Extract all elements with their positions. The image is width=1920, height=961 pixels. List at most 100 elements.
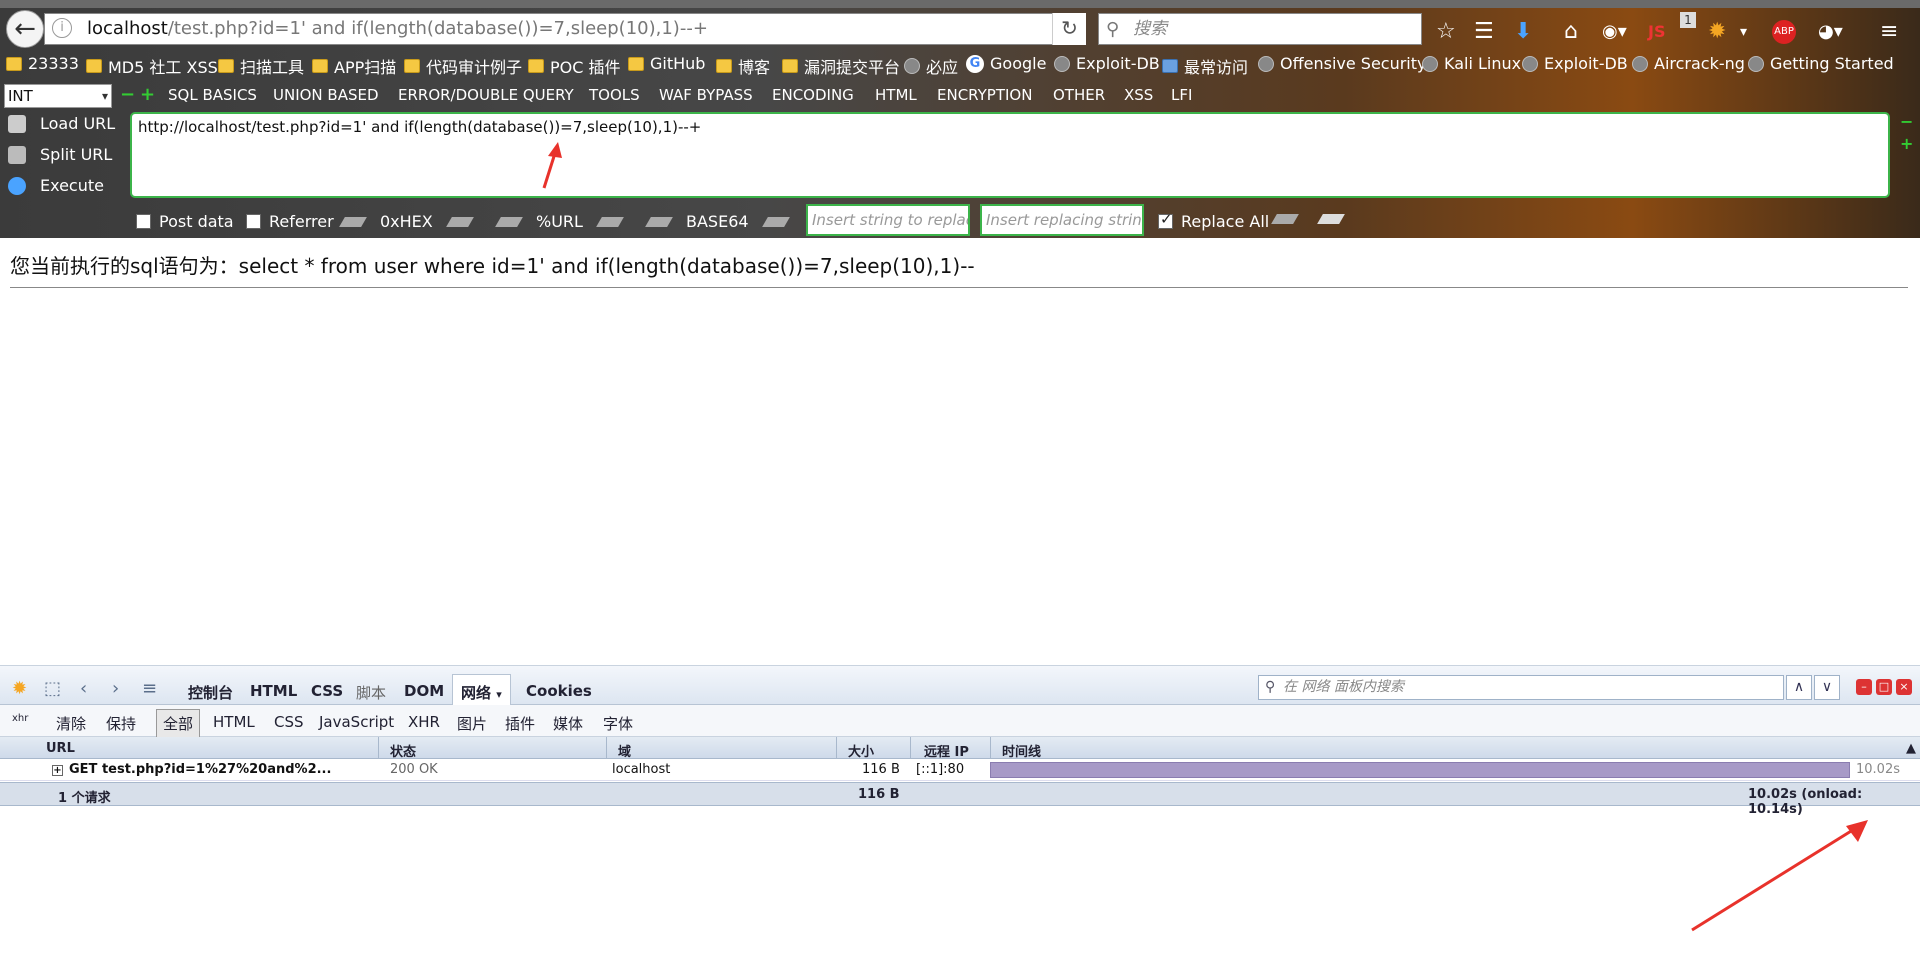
filter-media[interactable]: 媒体: [553, 713, 583, 734]
replace-string-input[interactable]: Insert string to replace: [806, 204, 970, 236]
search-prev-button[interactable]: ∧: [1786, 675, 1812, 700]
menu-waf-bypass[interactable]: WAF BYPASS: [659, 86, 753, 104]
search-next-button[interactable]: ∨: [1814, 675, 1840, 700]
load-url-button[interactable]: Load URL: [8, 114, 115, 133]
network-search-input[interactable]: 在 网络 面板内搜索: [1258, 675, 1784, 700]
bookmark-item[interactable]: Exploit-DB: [1522, 54, 1628, 73]
dropdown-icon[interactable]: ▾: [1740, 18, 1747, 46]
info-icon[interactable]: i: [52, 18, 72, 38]
back-icon[interactable]: ‹: [80, 678, 87, 699]
profile-icon[interactable]: ◕▾: [1818, 18, 1843, 46]
replace-buttons[interactable]: [1271, 214, 1345, 224]
filter-css[interactable]: CSS: [274, 713, 304, 731]
firebug-icon[interactable]: ✹: [12, 678, 27, 699]
abp-icon[interactable]: ABP: [1772, 20, 1796, 44]
request-url[interactable]: + GET test.php?id=1%27%20and%2...: [52, 762, 331, 777]
col-domain[interactable]: 域: [618, 741, 631, 760]
bookmark-item[interactable]: G Google: [966, 54, 1046, 73]
plus-button[interactable]: +: [140, 84, 155, 105]
minus-button[interactable]: −: [120, 84, 135, 105]
persist-button[interactable]: 保持: [106, 713, 136, 734]
col-remote-ip[interactable]: 远程 IP: [924, 741, 969, 760]
js-icon[interactable]: JS: [1648, 18, 1665, 46]
execute-button[interactable]: Execute: [8, 176, 104, 195]
star-icon[interactable]: ☆: [1436, 18, 1456, 46]
detach-icon[interactable]: □: [1876, 679, 1892, 695]
post-data-checkbox[interactable]: Post data: [136, 212, 234, 231]
download-icon[interactable]: ⬇: [1514, 18, 1532, 46]
shrink-button[interactable]: −: [1900, 112, 1913, 131]
tab-script[interactable]: 脚本: [356, 682, 386, 703]
menu-xss[interactable]: XSS: [1124, 86, 1153, 104]
filter-all[interactable]: 全部: [156, 709, 201, 738]
bookmark-item[interactable]: APP扫描: [312, 54, 396, 78]
minimize-icon[interactable]: –: [1856, 679, 1872, 695]
referrer-checkbox[interactable]: Referrer: [246, 212, 334, 231]
tab-cookies[interactable]: Cookies: [526, 682, 592, 700]
bookmark-item[interactable]: 博客: [716, 54, 770, 78]
bookmark-item[interactable]: 23333: [6, 54, 79, 73]
command-icon[interactable]: ≡: [142, 678, 157, 699]
clear-button[interactable]: 清除: [56, 713, 86, 734]
split-url-button[interactable]: Split URL: [8, 145, 112, 164]
menu-other[interactable]: OTHER: [1053, 86, 1105, 104]
table-row[interactable]: + GET test.php?id=1%27%20and%2... 200 OK …: [0, 759, 1920, 781]
menu-tools[interactable]: TOOLS: [589, 86, 640, 104]
bookmark-item[interactable]: 必应: [904, 54, 958, 78]
url-encoder[interactable]: %URL: [495, 212, 624, 231]
col-size[interactable]: 大小: [848, 741, 874, 760]
base64-encoder[interactable]: BASE64: [645, 212, 790, 231]
filter-xhr[interactable]: XHR: [408, 713, 440, 731]
globe-menu-icon[interactable]: ◉▾: [1602, 18, 1627, 46]
reading-list-icon[interactable]: ☰: [1474, 18, 1494, 46]
menu-icon[interactable]: ≡: [1880, 18, 1898, 46]
tab-html[interactable]: HTML: [250, 682, 297, 700]
hackbar-url-textarea[interactable]: http://localhost/test.php?id=1' and if(l…: [130, 112, 1890, 198]
tab-css[interactable]: CSS: [311, 682, 343, 700]
tab-network[interactable]: 网络 ▾: [452, 674, 511, 706]
sort-up-icon[interactable]: ▲: [1906, 741, 1916, 756]
bookmark-item[interactable]: Aircrack-ng: [1632, 54, 1745, 73]
menu-sql-basics[interactable]: SQL BASICS: [168, 86, 257, 104]
menu-html[interactable]: HTML: [875, 86, 917, 104]
bookmark-item[interactable]: Offensive Security: [1258, 54, 1426, 73]
bookmark-item[interactable]: Exploit-DB: [1054, 54, 1160, 73]
firebug-icon[interactable]: ✹: [1708, 18, 1726, 46]
tab-dom[interactable]: DOM: [404, 682, 444, 700]
forward-icon[interactable]: ›: [112, 678, 119, 699]
bookmark-item[interactable]: 最常访问: [1162, 54, 1248, 78]
bookmark-item[interactable]: GitHub: [628, 54, 705, 73]
bookmark-item[interactable]: Kali Linux: [1422, 54, 1521, 73]
replace-all-checkbox[interactable]: Replace All: [1158, 210, 1269, 231]
xhr-icon[interactable]: xhr: [12, 713, 28, 724]
col-timeline[interactable]: 时间线: [1002, 741, 1041, 760]
search-input[interactable]: 搜索: [1098, 13, 1422, 45]
bookmark-item[interactable]: 扫描工具: [218, 54, 304, 78]
filter-plugins[interactable]: 插件: [505, 713, 535, 734]
bookmark-item[interactable]: POC 插件: [528, 54, 621, 78]
reload-icon[interactable]: ↻: [1052, 13, 1086, 45]
inspect-icon[interactable]: ⬚: [44, 678, 61, 699]
menu-error-double-query[interactable]: ERROR/DOUBLE QUERY: [398, 86, 574, 104]
menu-encoding[interactable]: ENCODING: [772, 86, 854, 104]
filter-javascript[interactable]: JavaScript: [319, 713, 394, 731]
menu-encryption[interactable]: ENCRYPTION: [937, 86, 1032, 104]
bookmark-item[interactable]: 代码审计例子: [404, 54, 522, 78]
filter-html[interactable]: HTML: [213, 713, 255, 731]
home-icon[interactable]: ⌂: [1564, 18, 1578, 46]
filter-images[interactable]: 图片: [457, 713, 487, 734]
col-status[interactable]: 状态: [390, 741, 416, 760]
menu-lfi[interactable]: LFI: [1171, 86, 1192, 104]
bookmark-item[interactable]: MD5 社工 XSS: [86, 54, 218, 78]
hex-encoder[interactable]: 0xHEX: [339, 212, 474, 231]
filter-fonts[interactable]: 字体: [603, 713, 633, 734]
type-select[interactable]: INT ▾: [4, 84, 112, 108]
replacing-string-input[interactable]: Insert replacing string: [980, 204, 1144, 236]
back-button[interactable]: ←: [6, 10, 44, 48]
tab-console[interactable]: 控制台: [188, 682, 233, 703]
menu-union-based[interactable]: UNION BASED: [273, 86, 379, 104]
address-bar[interactable]: localhost/test.php?id=1' and if(length(d…: [44, 13, 1086, 45]
bookmark-item[interactable]: Getting Started: [1748, 54, 1894, 73]
col-url[interactable]: URL: [46, 741, 75, 756]
expand-icon[interactable]: +: [52, 765, 63, 776]
